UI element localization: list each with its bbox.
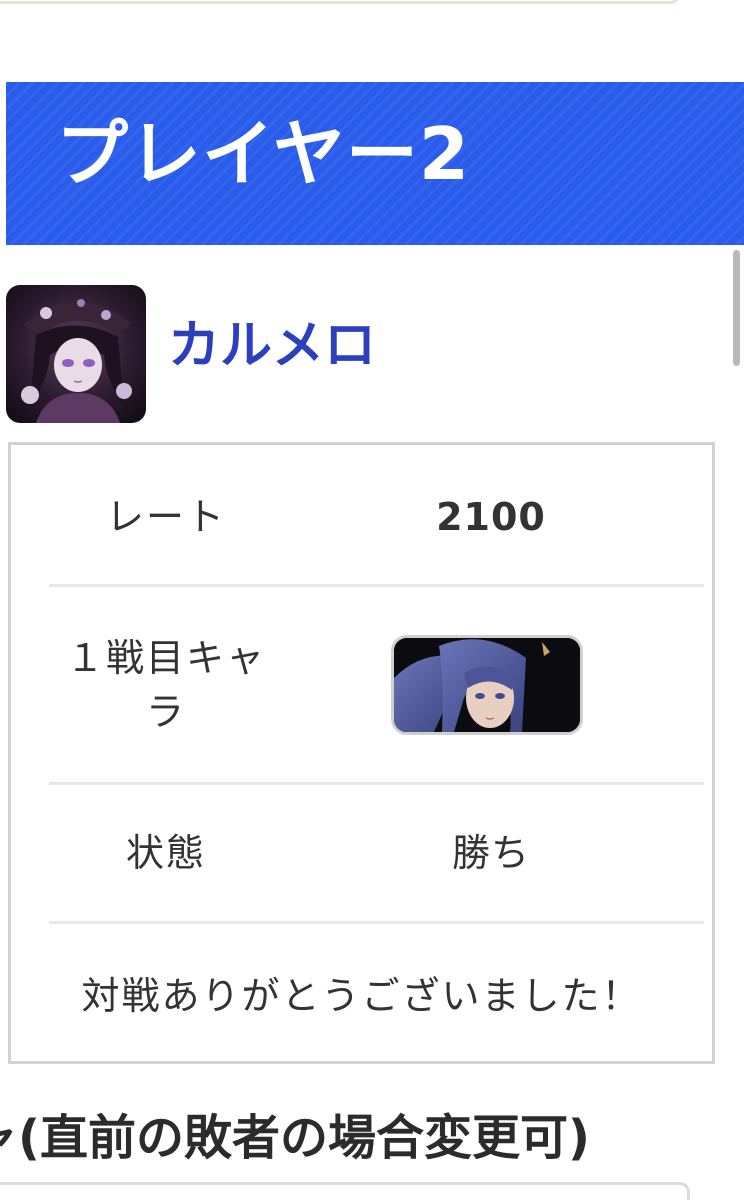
player-header-title: プレイヤー2 bbox=[56, 112, 470, 196]
status-label: 状態 bbox=[125, 831, 206, 875]
row-divider bbox=[49, 584, 704, 587]
character-portrait bbox=[391, 635, 583, 735]
scrollbar[interactable] bbox=[733, 250, 740, 366]
row-divider bbox=[49, 921, 704, 924]
status-value: 勝ち bbox=[451, 831, 530, 875]
character-image bbox=[394, 638, 580, 732]
player-avatar bbox=[6, 285, 146, 423]
rate-value: 2100 bbox=[436, 495, 546, 539]
match-message: 対戦ありがとうございました！ bbox=[81, 974, 642, 1018]
rate-label: レート bbox=[105, 495, 226, 539]
row-divider bbox=[49, 782, 704, 785]
section-heading: ャ(直前の敗者の場合変更可) bbox=[0, 1110, 590, 1166]
avatar-image bbox=[6, 285, 146, 423]
player-info-table: レート 2100 １戦目キャラ 状態 勝ち 対戦ありがとうございました！ bbox=[8, 442, 715, 1064]
character-label: １戦目キャラ bbox=[65, 636, 266, 734]
previous-section-box bbox=[0, 0, 680, 4]
next-section-box bbox=[0, 1182, 690, 1200]
player-header: プレイヤー2 bbox=[6, 82, 744, 245]
player-name[interactable]: カルメロ bbox=[168, 317, 376, 375]
